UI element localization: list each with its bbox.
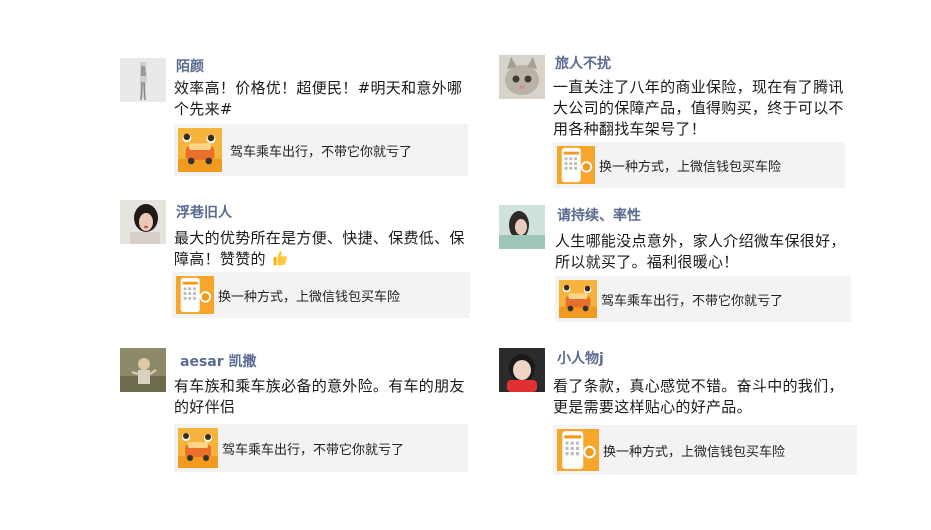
share-card-title: 驾车乘车出行，不带它你就亏了: [601, 294, 784, 309]
comment-text: 最大的优势所在是方便、快捷、保费低、保障高！赞赞的: [174, 228, 474, 270]
thumbs-up-emoji: [273, 250, 287, 266]
share-card[interactable]: 换一种方式，上微信钱包买车险: [553, 142, 845, 188]
comment-post: 旅人不扰 一直关注了八年的商业保险，现在有了腾讯大公司的保障产品，值得购买，终于…: [499, 55, 859, 190]
share-card-title: 换一种方式，上微信钱包买车险: [599, 160, 782, 175]
comment-text: 一直关注了八年的商业保险，现在有了腾讯大公司的保障产品，值得购买，终于可以不用各…: [553, 78, 844, 138]
car-insurance-thumbnail: [178, 428, 218, 468]
avatar[interactable]: [120, 200, 166, 244]
author-name[interactable]: 浮巷旧人: [176, 204, 232, 222]
author-name[interactable]: 小人物j: [557, 350, 604, 368]
wechat-wallet-phone-thumbnail: [557, 429, 599, 471]
comment-post: 小人物j 看了条款，真心感觉不错。奋斗中的我们，更是需要这样贴心的好产品。 换一…: [499, 348, 869, 478]
share-card[interactable]: 驾车乘车出行，不带它你就亏了: [174, 124, 468, 176]
comment-text-body: 最大的优势所在是方便、快捷、保费低、保障高！赞赞的: [174, 229, 465, 268]
share-card-title: 驾车乘车出行，不带它你就亏了: [222, 443, 405, 458]
comment-post: 浮巷旧人 最大的优势所在是方便、快捷、保费低、保障高！赞赞的 换一种方式，上微信…: [120, 200, 480, 325]
car-insurance-thumbnail: [559, 280, 597, 318]
author-name[interactable]: 陌颜: [176, 58, 204, 76]
share-card-title: 换一种方式，上微信钱包买车险: [218, 290, 401, 305]
share-card[interactable]: 换一种方式，上微信钱包买车险: [172, 272, 470, 318]
share-card-title: 换一种方式，上微信钱包买车险: [603, 445, 786, 460]
avatar[interactable]: [499, 55, 545, 99]
share-card-title: 驾车乘车出行，不带它你就亏了: [230, 145, 413, 160]
comment-post: 陌颜 效率高！价格优！超便民！#明天和意外哪个先来# 驾车乘车出行，不带它你就亏…: [120, 58, 480, 178]
share-card[interactable]: 驾车乘车出行，不带它你就亏了: [174, 424, 468, 472]
car-insurance-thumbnail: [178, 128, 222, 172]
share-card[interactable]: 驾车乘车出行，不带它你就亏了: [555, 276, 851, 322]
comment-text: 有车族和乘车族必备的意外险。有车的朋友的好伴侣: [174, 377, 465, 416]
comment-post: aesar 凯撒 有车族和乘车族必备的意外险。有车的朋友的好伴侣 驾车乘车出行，…: [120, 348, 480, 473]
wechat-wallet-phone-thumbnail: [176, 276, 214, 314]
avatar[interactable]: [120, 348, 166, 392]
avatar[interactable]: [120, 58, 166, 102]
comment-post: 请持续、率性 人生哪能没点意外，家人介绍微车保很好，所以就买了。福利很暖心！ 驾…: [499, 205, 869, 330]
comment-text: 效率高！价格优！超便民！#明天和意外哪个先来#: [174, 79, 463, 118]
author-name[interactable]: 请持续、率性: [557, 207, 641, 225]
comment-text: 看了条款，真心感觉不错。奋斗中的我们，更是需要这样贴心的好产品。: [553, 377, 844, 416]
author-name[interactable]: 旅人不扰: [555, 55, 611, 73]
avatar[interactable]: [499, 205, 545, 249]
author-name[interactable]: aesar 凯撒: [180, 353, 257, 371]
avatar[interactable]: [499, 348, 545, 392]
wechat-wallet-phone-thumbnail: [557, 146, 595, 184]
comment-text: 人生哪能没点意外，家人介绍微车保很好，所以就买了。福利很暖心！: [555, 232, 846, 271]
share-card[interactable]: 换一种方式，上微信钱包买车险: [553, 425, 857, 475]
